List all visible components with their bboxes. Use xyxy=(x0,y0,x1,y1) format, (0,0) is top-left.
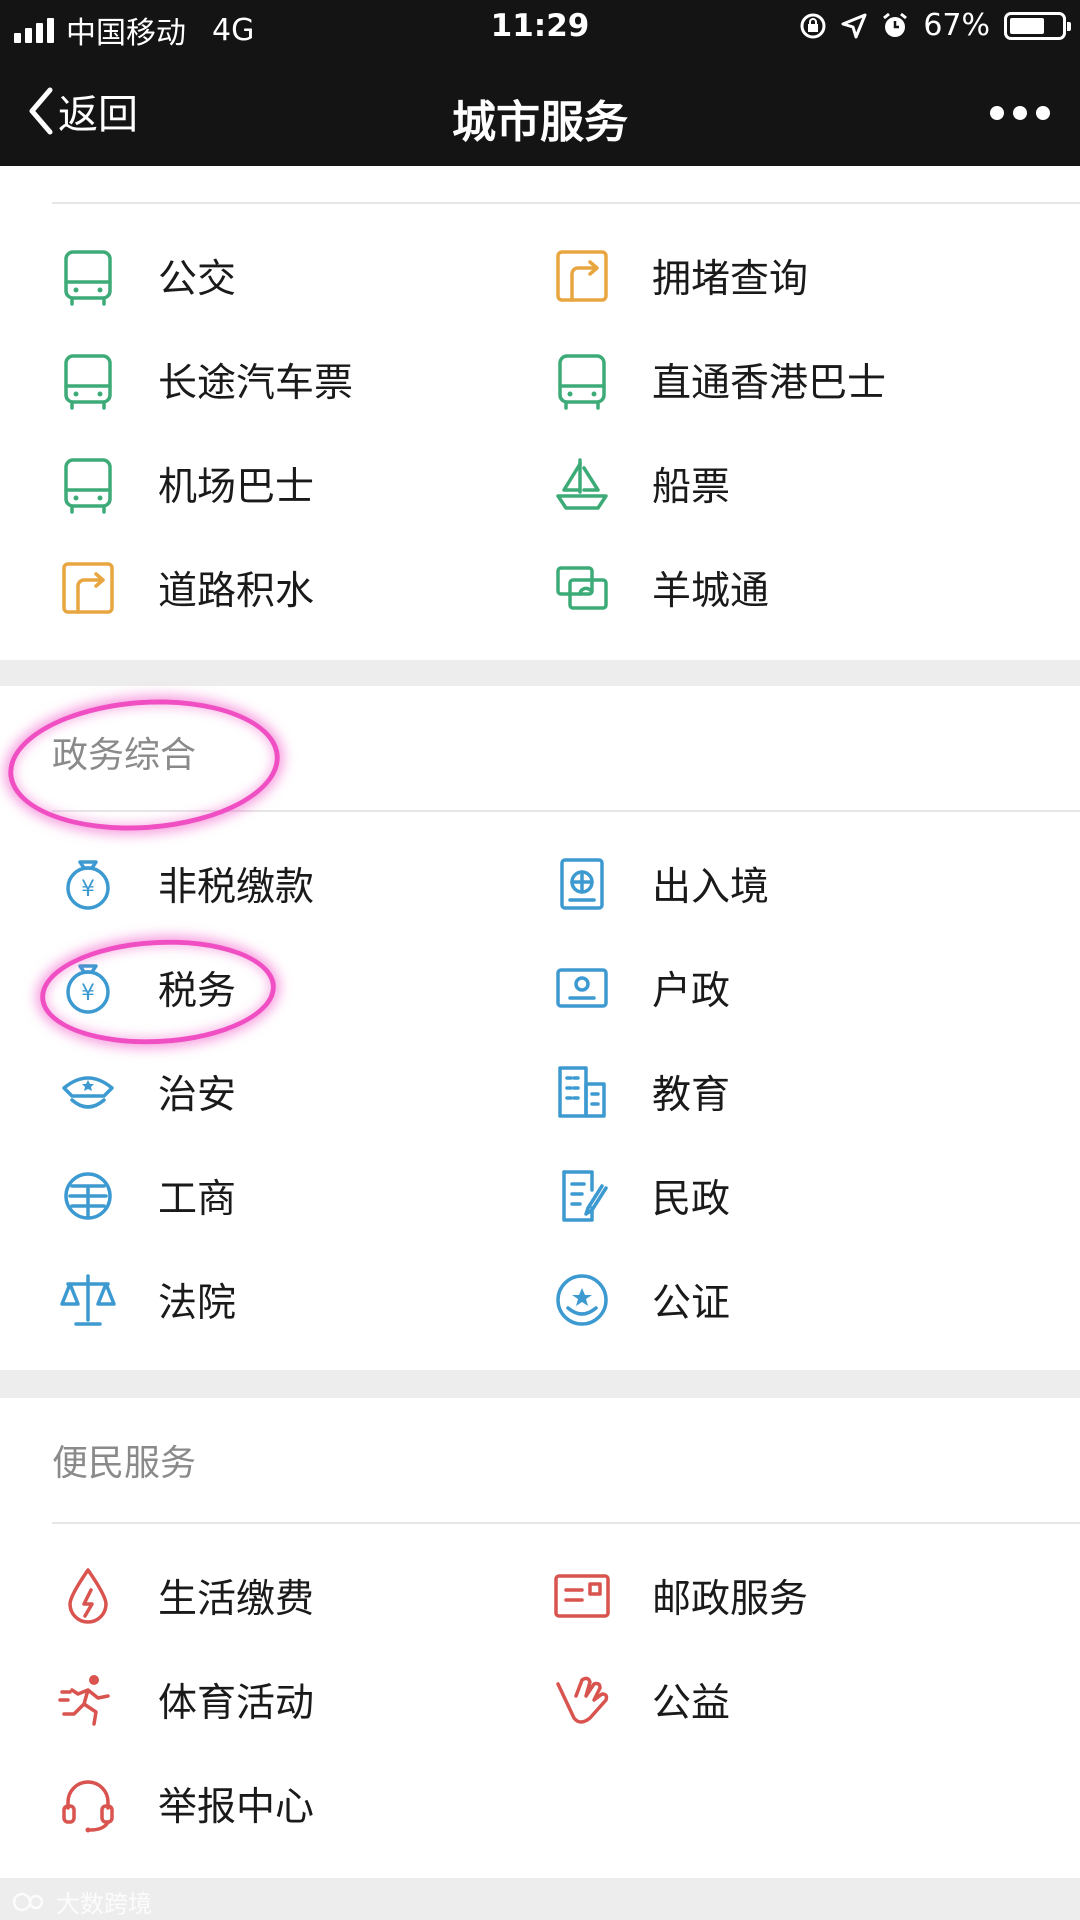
service-item-label: 公益 xyxy=(652,1681,731,1726)
page-title: 城市服务 xyxy=(452,97,628,148)
service-item[interactable]: 直通香港巴士 xyxy=(550,340,886,420)
service-item-label: 直通香港巴士 xyxy=(652,361,887,406)
service-item-label: 公证 xyxy=(652,1281,731,1326)
service-item[interactable]: 民政 xyxy=(550,1156,730,1236)
envelope-icon xyxy=(550,1564,614,1628)
service-item[interactable]: 举报中心 xyxy=(56,1764,314,1844)
bus-icon xyxy=(56,244,120,308)
service-item-label: 邮政服务 xyxy=(652,1577,809,1622)
service-item[interactable]: 公证 xyxy=(550,1260,730,1340)
service-item[interactable]: 道路积水 xyxy=(56,548,314,628)
bottom-gap xyxy=(0,1878,1080,1920)
bus-icon xyxy=(56,348,120,412)
service-item-label: 拥堵查询 xyxy=(652,257,809,302)
road-sign-icon xyxy=(56,556,120,620)
section-gap xyxy=(0,1370,1080,1398)
service-item[interactable]: 生活缴费 xyxy=(56,1556,314,1636)
divider xyxy=(52,202,1080,204)
transit-card-icon xyxy=(550,556,614,620)
alarm-icon xyxy=(883,12,908,37)
service-item[interactable]: 出入境 xyxy=(550,844,769,924)
service-item[interactable]: 邮政服务 xyxy=(550,1556,808,1636)
service-item-label: 治安 xyxy=(158,1073,237,1118)
service-item-label: 公交 xyxy=(158,257,237,302)
watermark-logo-icon xyxy=(12,1892,44,1911)
helping-hand-icon xyxy=(550,1668,614,1732)
service-item[interactable]: 长途汽车票 xyxy=(56,340,353,420)
service-item-label: 举报中心 xyxy=(158,1785,315,1830)
service-item-label: 体育活动 xyxy=(158,1681,315,1726)
service-item-label: 船票 xyxy=(652,465,731,510)
seal-icon xyxy=(550,1268,614,1332)
school-building-icon xyxy=(550,1060,614,1124)
service-item-label: 法院 xyxy=(158,1281,237,1326)
more-menu-button[interactable] xyxy=(990,106,1050,120)
money-bag-icon: ¥ xyxy=(56,852,120,916)
divider xyxy=(52,1522,1080,1524)
service-item-label: 工商 xyxy=(158,1177,237,1222)
service-item-label: 民政 xyxy=(652,1177,731,1222)
passport-icon xyxy=(550,852,614,916)
road-sign-icon xyxy=(550,244,614,308)
service-item[interactable]: 羊城通 xyxy=(550,548,769,628)
headset-icon xyxy=(56,1772,120,1836)
utility-drop-icon xyxy=(56,1564,120,1628)
service-item-label: 机场巴士 xyxy=(158,465,315,510)
service-item[interactable]: 船票 xyxy=(550,444,730,524)
watermark: 大数跨境 xyxy=(10,1884,152,1919)
service-item-label: 户政 xyxy=(652,969,731,1014)
service-item-label: 教育 xyxy=(652,1073,731,1118)
navigation-bar: 返回 城市服务 xyxy=(0,56,1080,166)
service-item-label: 羊城通 xyxy=(652,569,770,614)
section-title-convenience: 便民服务 xyxy=(52,1443,197,1484)
section-gap xyxy=(0,660,1080,686)
police-cap-icon xyxy=(56,1060,120,1124)
service-item[interactable]: 拥堵查询 xyxy=(550,236,808,316)
service-item-label: 生活缴费 xyxy=(158,1577,315,1622)
bus-icon xyxy=(550,348,614,412)
commerce-icon xyxy=(56,1164,120,1228)
service-item[interactable]: ¥ 非税缴款 xyxy=(56,844,314,924)
location-icon xyxy=(841,13,867,38)
service-item-label: 非税缴款 xyxy=(158,865,315,910)
service-item[interactable]: 户政 xyxy=(550,948,730,1028)
runner-icon xyxy=(56,1668,120,1732)
service-item[interactable]: 教育 xyxy=(550,1052,730,1132)
ship-icon xyxy=(550,452,614,516)
watermark-text: 大数跨境 xyxy=(56,1890,152,1918)
service-item[interactable]: 法院 xyxy=(56,1260,236,1340)
status-bar: 中国移动 4G 11:29 67% xyxy=(0,0,1080,56)
document-icon xyxy=(550,1164,614,1228)
service-item[interactable]: 公交 xyxy=(56,236,236,316)
service-item-label: 道路积水 xyxy=(158,569,315,614)
service-item-label: 长途汽车票 xyxy=(158,361,354,406)
service-item[interactable]: 公益 xyxy=(550,1660,730,1740)
rotation-lock-icon xyxy=(800,13,826,38)
bus-icon xyxy=(56,452,120,516)
service-item[interactable]: 工商 xyxy=(56,1156,236,1236)
service-item[interactable]: 机场巴士 xyxy=(56,444,314,524)
scales-icon xyxy=(56,1268,120,1332)
battery-icon xyxy=(1004,11,1071,40)
service-item[interactable]: 治安 xyxy=(56,1052,236,1132)
service-item[interactable]: 体育活动 xyxy=(56,1660,314,1740)
id-card-icon xyxy=(550,956,614,1020)
battery-percent: 67% xyxy=(923,8,990,43)
svg-text:¥: ¥ xyxy=(81,877,95,902)
service-item-label: 出入境 xyxy=(652,865,770,910)
